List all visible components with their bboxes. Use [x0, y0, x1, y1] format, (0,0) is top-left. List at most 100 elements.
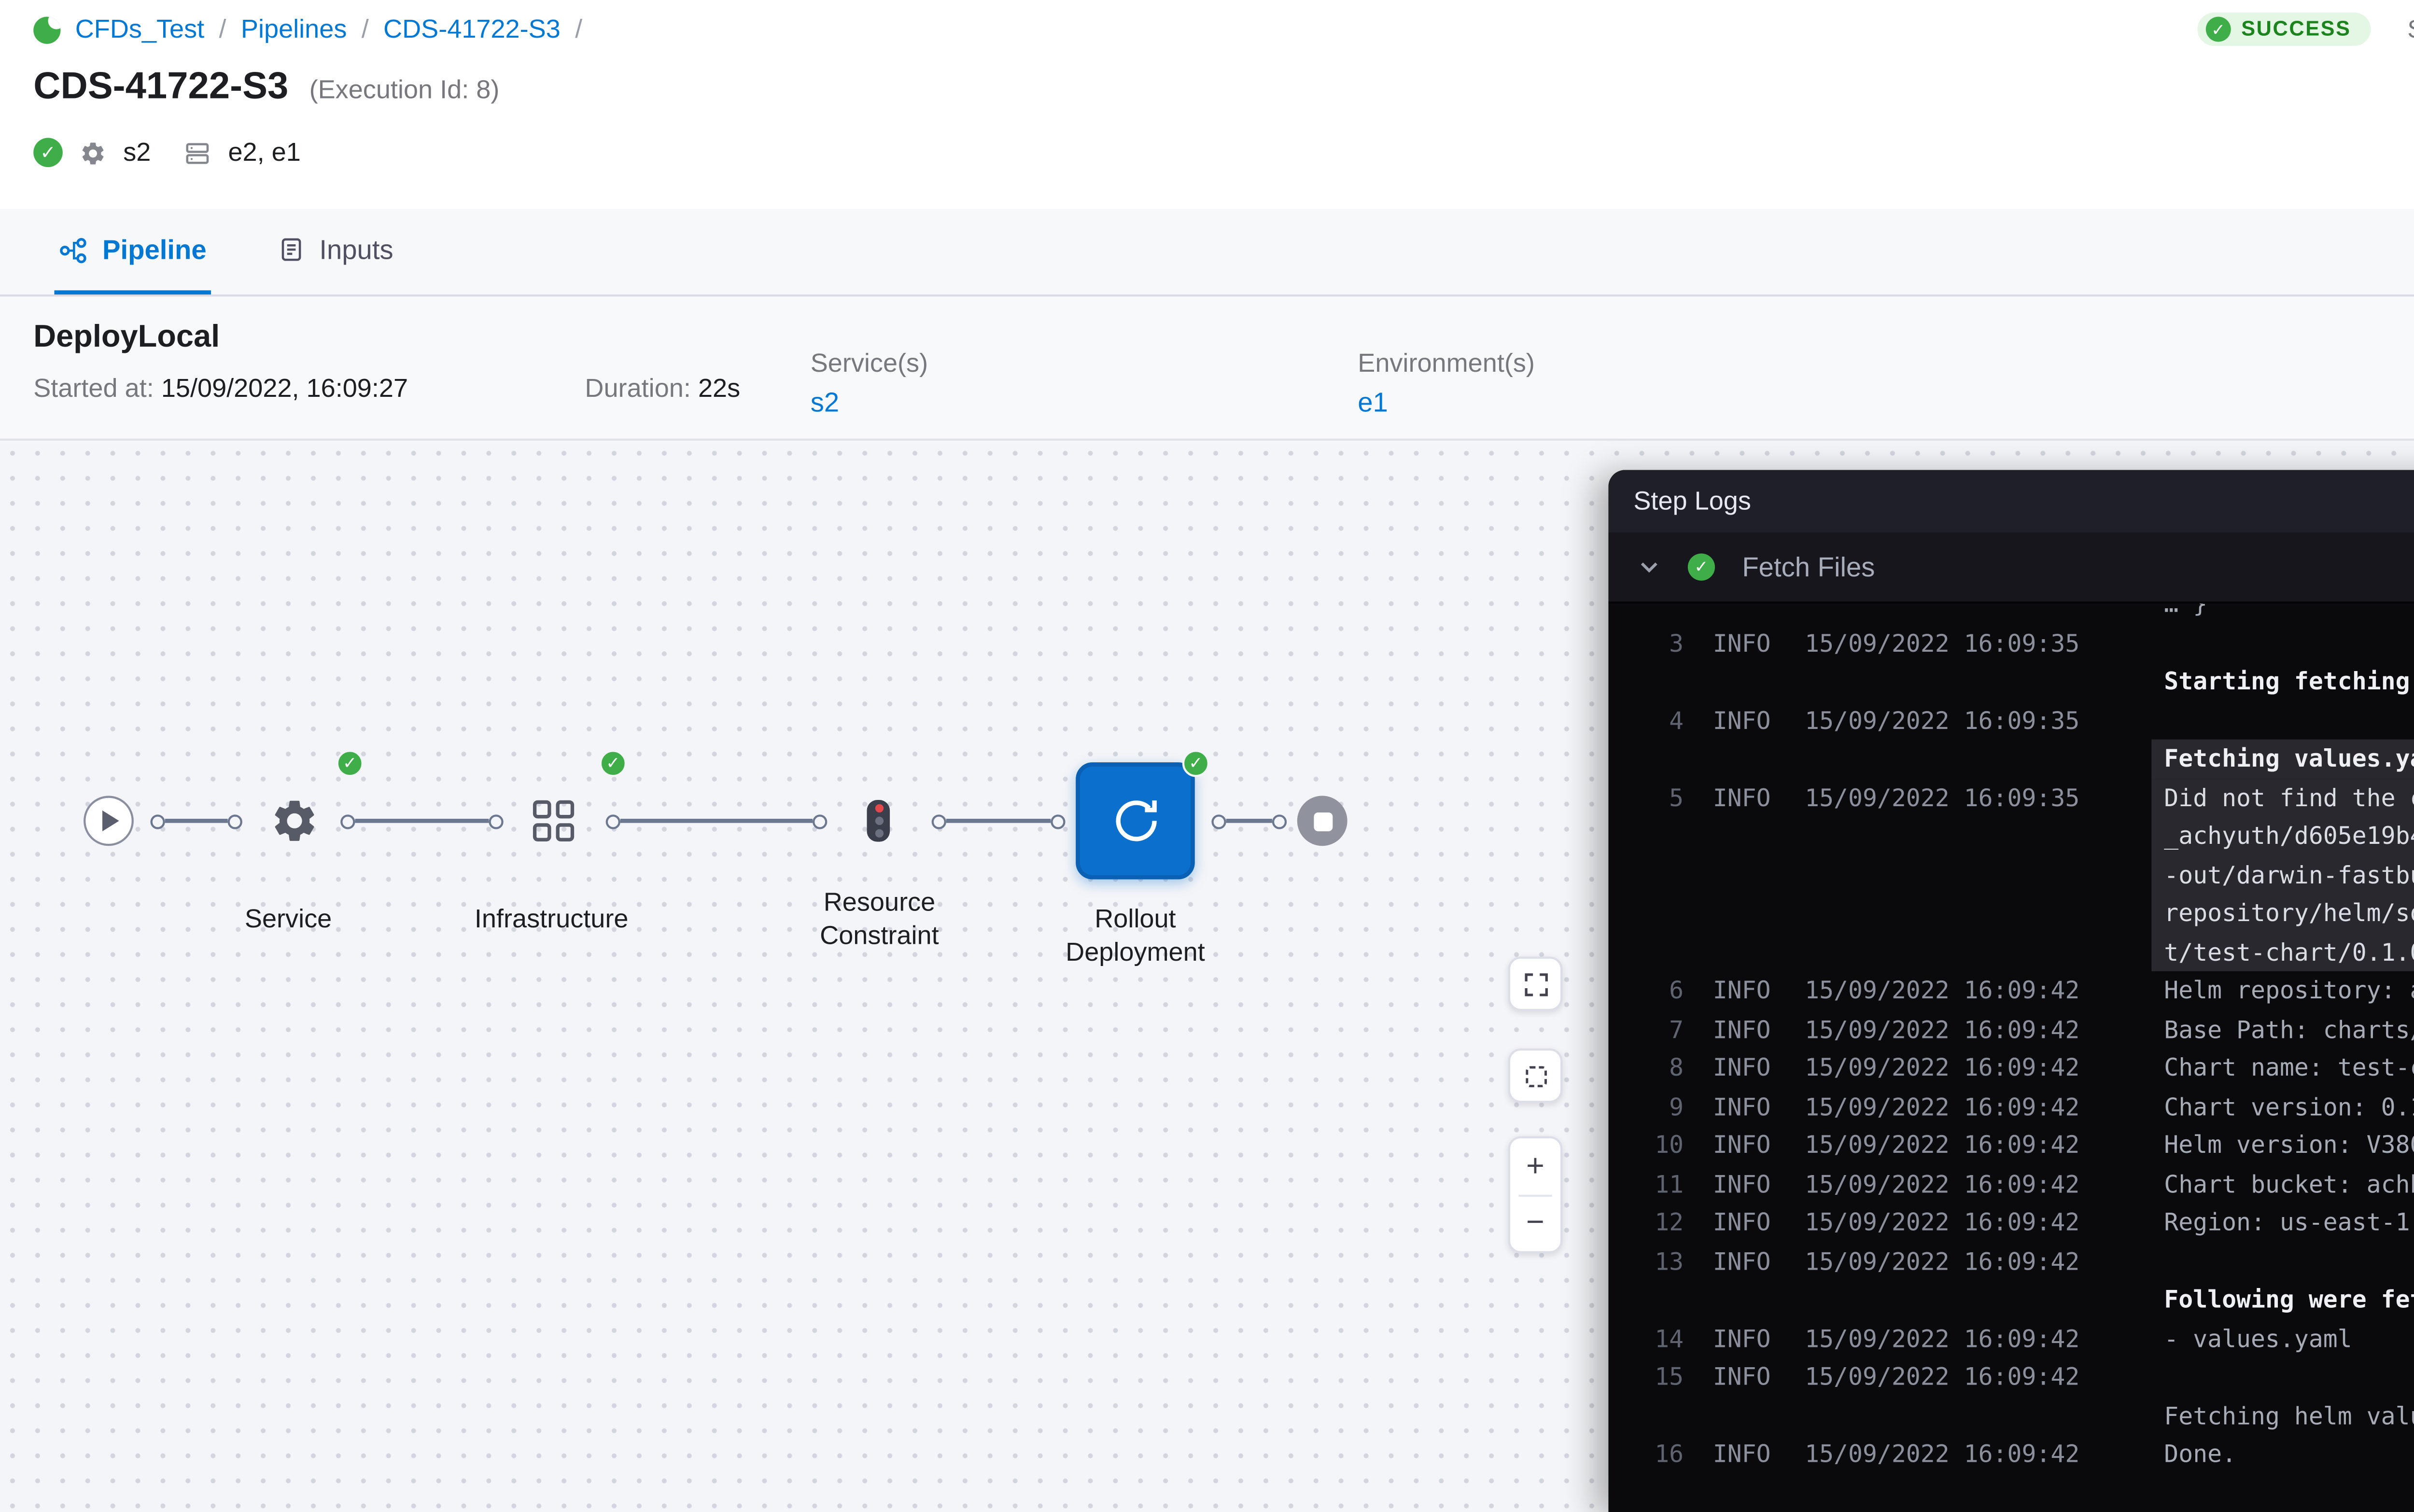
chevron-down-icon: [1638, 556, 1661, 579]
log-line-number: 5: [1638, 778, 1684, 971]
stage-started: Started at: 15/09/2022, 16:09:27: [33, 374, 408, 403]
log-line-number: [1638, 1280, 1684, 1319]
log-line-number: 14: [1638, 1319, 1684, 1358]
log-line-number: [1638, 1396, 1684, 1435]
log-timestamp: 15/09/2022 16:09:42: [1805, 1319, 2080, 1358]
pipeline-icon: [58, 235, 88, 265]
node-service[interactable]: [267, 794, 320, 846]
log-timestamp: 15/09/2022 16:09:42: [1805, 1242, 2080, 1280]
zoom-in-button[interactable]: +: [1510, 1138, 1560, 1194]
log-message: Chart name: test-chart: [2164, 1049, 2414, 1087]
log-message: [2164, 623, 2414, 662]
breadcrumb-pipeline-name[interactable]: CDS-41722-S3: [383, 14, 561, 44]
stage-services: Service(s) s2: [811, 349, 928, 418]
environments-label: Environment(s): [1358, 349, 1535, 378]
edge: [1211, 812, 1287, 829]
log-timestamp: [1805, 662, 2080, 701]
log-level: [1713, 662, 1776, 701]
log-timestamp: [1805, 603, 2080, 623]
breadcrumb-project[interactable]: CFDs_Test: [75, 14, 205, 44]
service-link[interactable]: s2: [811, 386, 928, 418]
log-level: INFO: [1713, 623, 1776, 662]
log-timestamp: 15/09/2022 16:09:42: [1805, 1435, 2080, 1473]
log-row: 16INFO15/09/2022 16:09:42Done.: [1608, 1435, 2414, 1473]
stop-icon: [1313, 812, 1332, 830]
log-line-number: 11: [1638, 1164, 1684, 1203]
rollout-icon: [1108, 794, 1162, 848]
canvas-reset-view-button[interactable]: [1508, 1049, 1562, 1103]
service-success-icon: ✓: [337, 750, 364, 777]
log-row: 5INFO15/09/2022 16:09:35Did not find the…: [1608, 778, 2414, 971]
node-infrastructure[interactable]: [526, 794, 580, 846]
log-row: 11INFO15/09/2022 16:09:42Chart bucket: a…: [1608, 1164, 2414, 1203]
log-line-number: 4: [1638, 701, 1684, 740]
tab-bar: Pipeline Inputs Console View: [0, 209, 2414, 297]
service-gear-icon: [79, 139, 106, 166]
pipeline-end-node[interactable]: [1297, 796, 1347, 846]
node-rollout-deployment[interactable]: [1076, 762, 1195, 879]
tab-pipeline-label: Pipeline: [102, 234, 207, 266]
log-message: Region: us-east-1: [2164, 1203, 2414, 1242]
canvas-fullscreen-button[interactable]: [1508, 957, 1562, 1011]
log-row: 3INFO15/09/2022 16:09:35: [1608, 623, 2414, 662]
play-icon: [102, 811, 119, 831]
log-level: INFO: [1713, 1087, 1776, 1126]
stage-name: DeployLocal: [33, 320, 220, 355]
environment-link[interactable]: e1: [1358, 386, 1535, 418]
log-line-number: 3: [1638, 623, 1684, 662]
log-level: INFO: [1713, 1049, 1776, 1087]
log-line-number: 7: [1638, 1010, 1684, 1049]
log-line-number: [1638, 740, 1684, 778]
log-line-number: [1638, 662, 1684, 701]
tab-inputs[interactable]: Inputs: [273, 209, 397, 294]
log-message: Chart bucket: achhelmbucket: [2164, 1164, 2414, 1203]
log-row: 13INFO15/09/2022 16:09:42: [1608, 1242, 2414, 1280]
traffic-light-icon: [874, 804, 883, 812]
log-timestamp: [1805, 1396, 2080, 1435]
breadcrumb-separator: /: [362, 14, 369, 44]
execution-meta-row: ✓ s2 e2, e1: [33, 132, 301, 174]
log-timestamp: 15/09/2022 16:09:42: [1805, 1126, 2080, 1164]
log-message: Helm version: V380: [2164, 1126, 2414, 1164]
log-step-section-header[interactable]: ✓ Fetch Files ↑ ↓ 9s: [1608, 532, 2414, 603]
node-resource-constraint[interactable]: [867, 800, 890, 842]
breadcrumb-separator: /: [219, 14, 226, 44]
log-line-number: 10: [1638, 1126, 1684, 1164]
top-bar: CFDs_Test / Pipelines / CDS-41722-S3 / ✓…: [0, 0, 2414, 58]
service-name: s2: [123, 138, 151, 168]
node-label-resource-constraint: Resource Constraint: [796, 888, 963, 952]
pipeline-start-node[interactable]: [84, 796, 134, 846]
log-timestamp: 15/09/2022 16:09:42: [1805, 1087, 2080, 1126]
log-level: INFO: [1713, 701, 1776, 740]
log-message: Did not find the chart and version in lo…: [2151, 778, 2414, 971]
page-title: CDS-41722-S3: [33, 65, 288, 109]
zoom-out-button[interactable]: −: [1510, 1196, 1560, 1251]
success-check-icon: ✓: [2206, 17, 2231, 42]
log-line-number: 6: [1638, 971, 1684, 1010]
log-row: 4INFO15/09/2022 16:09:35: [1608, 701, 2414, 740]
log-level: INFO: [1713, 1435, 1776, 1473]
log-row: 12INFO15/09/2022 16:09:42Region: us-east…: [1608, 1203, 2414, 1242]
log-message: Done.: [2164, 1435, 2414, 1473]
log-timestamp: 15/09/2022 16:09:42: [1805, 1203, 2080, 1242]
log-panel-title: Step Logs: [1633, 487, 1751, 516]
log-row: Fetching helm values completed successfu…: [1608, 1396, 2414, 1435]
log-line-number: 9: [1638, 1087, 1684, 1126]
log-level: [1713, 1396, 1776, 1435]
cd-module-icon: [33, 15, 60, 42]
log-rows: … }3INFO15/09/2022 16:09:35Starting fetc…: [1608, 603, 2414, 1473]
edge: [606, 812, 828, 829]
log-level: INFO: [1713, 971, 1776, 1010]
log-line-number: [1638, 603, 1684, 623]
tab-pipeline[interactable]: Pipeline: [54, 209, 211, 294]
log-message: … }: [2164, 603, 2414, 623]
log-timestamp: [1805, 1280, 2080, 1319]
log-timestamp: 15/09/2022 16:09:42: [1805, 1010, 2080, 1049]
log-level: [1713, 1280, 1776, 1319]
breadcrumb-pipelines[interactable]: Pipelines: [241, 14, 347, 44]
log-timestamp: 15/09/2022 16:09:35: [1805, 778, 2080, 971]
log-line-number: 8: [1638, 1049, 1684, 1087]
log-message: [2164, 1358, 2414, 1396]
stage-started-value: 15/09/2022, 16:09:27: [161, 374, 408, 403]
status-badge: ✓ SUCCESS: [2197, 13, 2370, 46]
